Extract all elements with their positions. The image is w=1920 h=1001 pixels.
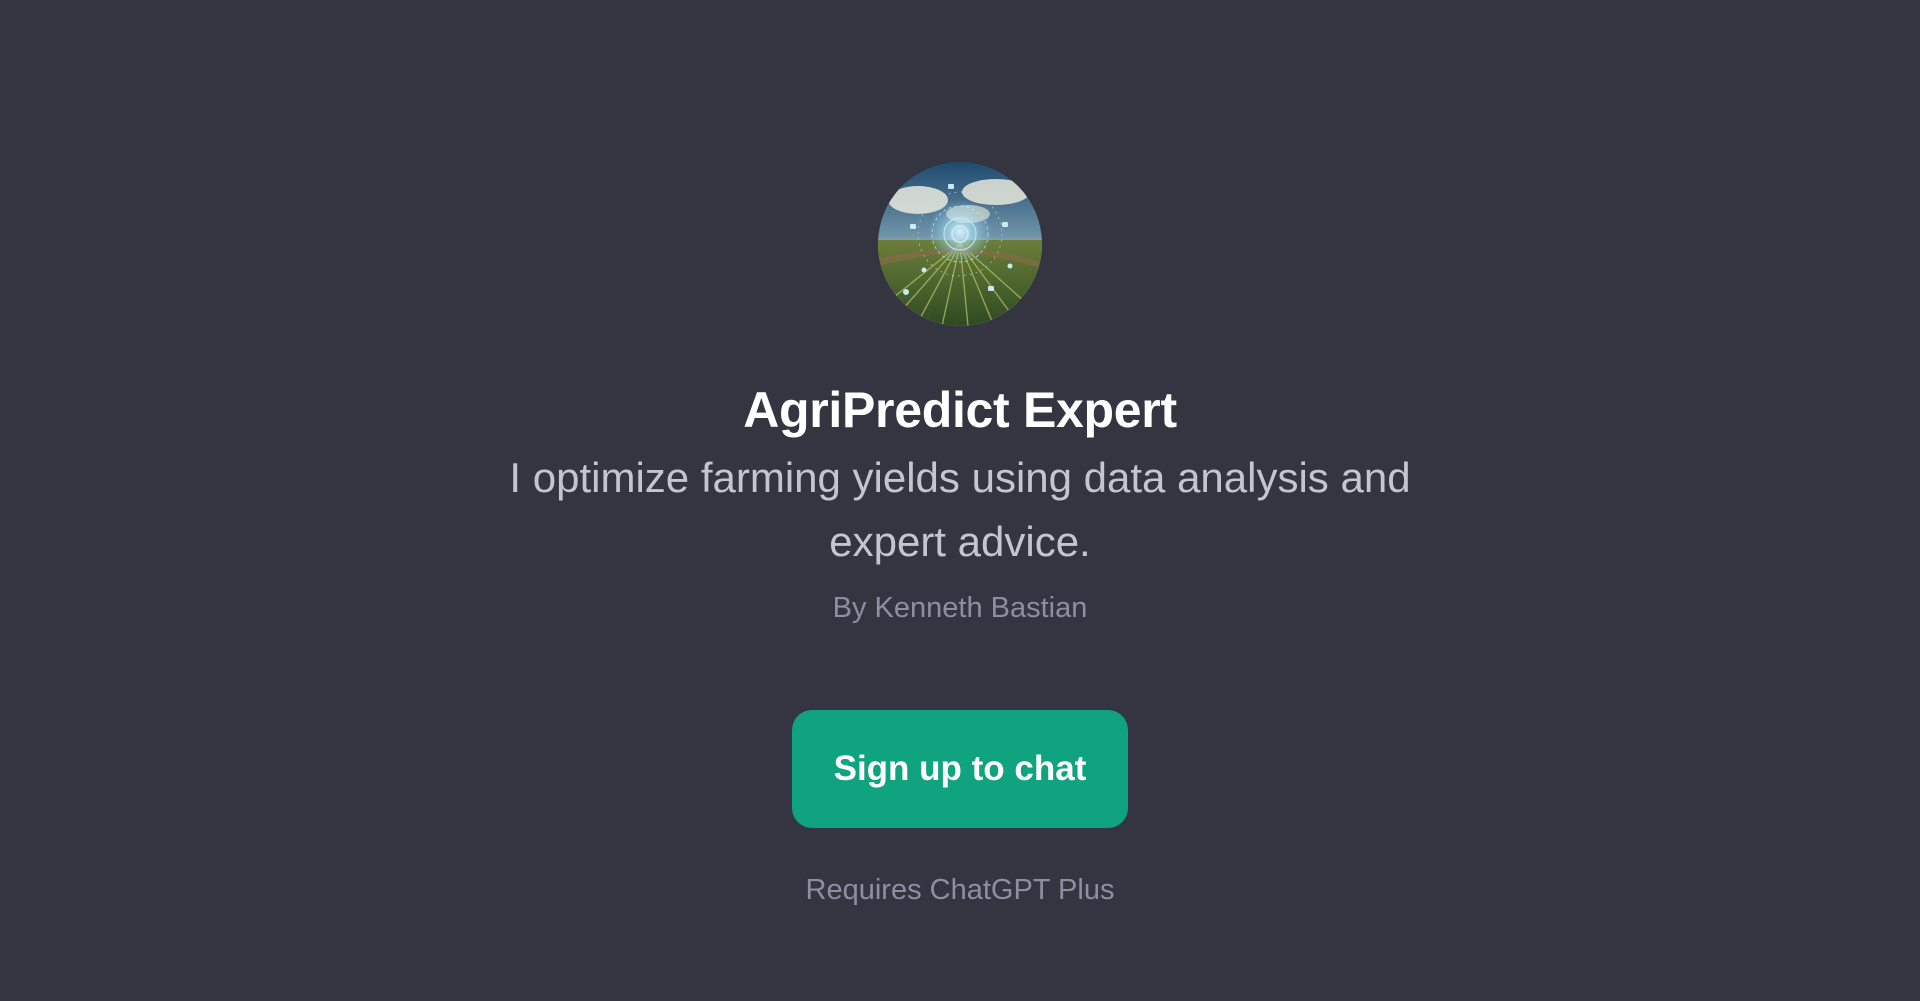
requirement-note: Requires ChatGPT Plus xyxy=(805,874,1115,906)
gpt-avatar xyxy=(878,162,1042,326)
gpt-description: I optimize farming yields using data ana… xyxy=(509,454,1411,565)
agri-field-avatar-icon xyxy=(878,162,1042,326)
gpt-author: By Kenneth Bastian xyxy=(832,592,1088,624)
sign-up-to-chat-button[interactable]: Sign up to chat xyxy=(792,710,1128,828)
gpt-landing-page: AgriPredict Expert I optimize farming yi… xyxy=(0,0,1920,1001)
gpt-title: AgriPredict Expert xyxy=(743,382,1177,438)
